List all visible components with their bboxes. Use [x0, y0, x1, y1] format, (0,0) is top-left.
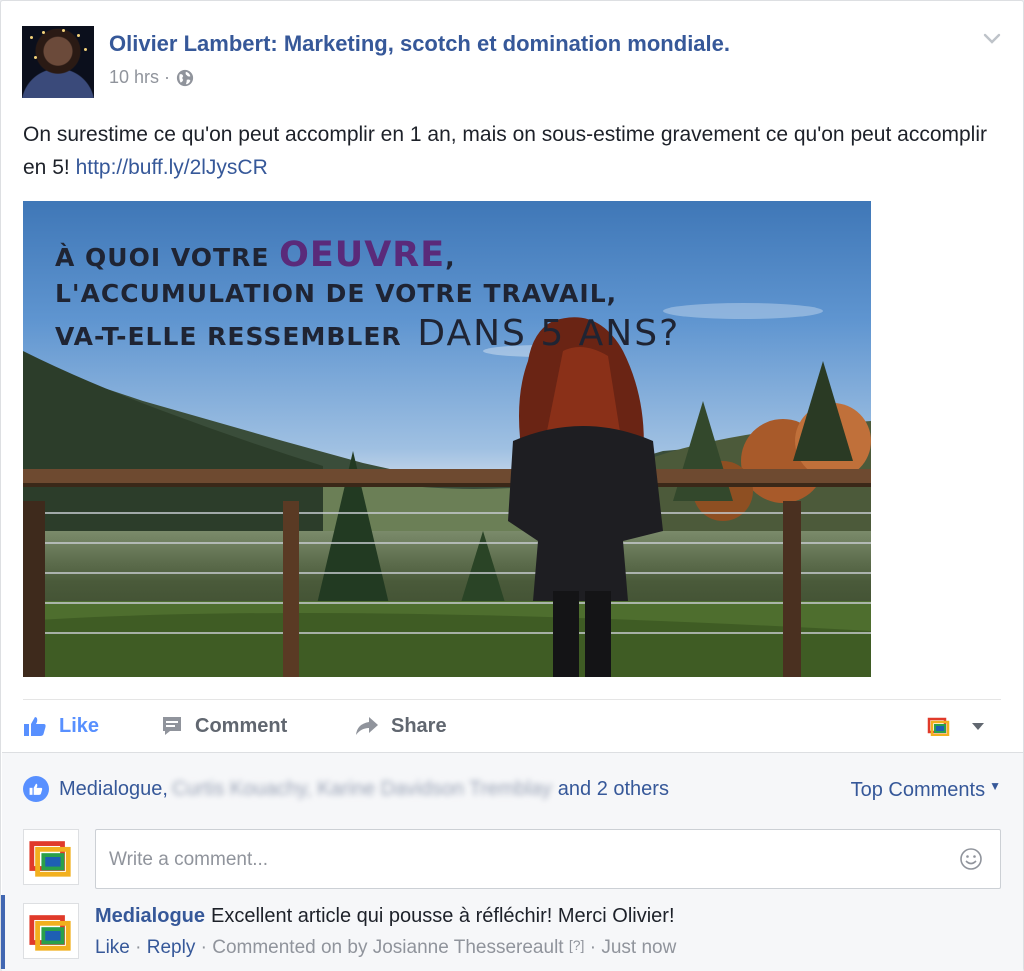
image-text-accent: OEUVRE: [279, 235, 446, 275]
post-text: On surestime ce qu'on peut accomplir en …: [23, 118, 993, 184]
caret-down-icon: [972, 723, 984, 730]
share-label: Share: [391, 714, 447, 737]
comment-label: Comment: [195, 714, 288, 737]
medialogue-logo-icon: [927, 717, 950, 736]
medialogue-logo-icon: [29, 915, 71, 951]
image-text-line1: À QUOI VOTRE OEUVRE,: [55, 235, 456, 275]
comments-section: Medialogue, Curtis Kouachy, Karine David…: [1, 752, 1023, 971]
comment-body: Medialogue Excellent article qui pousse à…: [95, 905, 675, 928]
smiley-icon[interactable]: [959, 847, 983, 871]
share-button[interactable]: Share: [355, 709, 447, 743]
comment-composer[interactable]: [95, 829, 1001, 889]
page-avatar[interactable]: [22, 26, 94, 98]
commenter-avatar[interactable]: [23, 903, 79, 959]
comment-text: Excellent article qui pousse à réfléchir…: [211, 905, 675, 927]
post-card: Olivier Lambert: Marketing, scotch et do…: [0, 0, 1024, 971]
comment-meta: Like · Reply · Commented on by Josianne …: [95, 937, 676, 959]
meta-separator: ·: [200, 937, 213, 958]
comment-button[interactable]: Comment: [161, 709, 287, 743]
composer-avatar[interactable]: [23, 829, 79, 885]
help-link[interactable]: [?]: [569, 937, 585, 953]
post-meta: 10 hrs ·: [109, 67, 194, 88]
commented-on-by: Commented on by Josianne Thessereault: [212, 937, 564, 958]
new-comment-indicator: [1, 895, 5, 969]
like-label: Like: [59, 714, 100, 737]
comment-sort-label: Top Comments: [850, 779, 986, 801]
actions-divider: [23, 699, 1001, 700]
image-text-bold: VA-T-ELLE RESSEMBLER: [55, 322, 402, 351]
like-reaction-icon: [23, 776, 49, 802]
image-text-line2: L'ACCUMULATION DE VOTRE TRAVAIL,: [55, 279, 618, 308]
comment-bubble-icon: [163, 717, 181, 735]
image-text-prefix: À QUOI VOTRE: [55, 243, 270, 272]
comment-like-link[interactable]: Like: [95, 937, 130, 958]
reactions-summary[interactable]: Medialogue, Curtis Kouachy, Karine David…: [23, 776, 669, 802]
meta-separator: ·: [589, 937, 602, 958]
like-button[interactable]: Like: [23, 709, 99, 743]
comment-sort-dropdown[interactable]: Top Comments ▼: [851, 779, 1001, 802]
reaction-first-name[interactable]: Medialogue,: [59, 778, 168, 801]
globe-icon[interactable]: [176, 69, 194, 87]
comment-timestamp[interactable]: Just now: [601, 937, 676, 958]
chevron-down-icon[interactable]: [981, 27, 1003, 49]
post-image[interactable]: À QUOI VOTRE OEUVRE, L'ACCUMULATION DE V…: [23, 201, 871, 677]
comment-author[interactable]: Medialogue: [95, 905, 205, 927]
caret-down-icon: ▼: [989, 779, 1001, 793]
post-as-page-selector[interactable]: [927, 709, 997, 743]
action-bar: Like Comment Share: [23, 709, 1001, 745]
medialogue-logo-icon: [29, 841, 71, 877]
comment-input[interactable]: [107, 845, 951, 875]
share-arrow-icon: [356, 717, 378, 735]
meta-separator: ·: [135, 937, 147, 958]
post-link[interactable]: http://buff.ly/2lJysCR: [76, 156, 268, 179]
post-timestamp[interactable]: 10 hrs: [109, 67, 159, 88]
page-name-link[interactable]: Olivier Lambert: Marketing, scotch et do…: [109, 31, 730, 57]
comment-reply-link[interactable]: Reply: [147, 937, 196, 958]
thumbs-up-icon: [24, 717, 46, 736]
reaction-blurred-names[interactable]: Curtis Kouachy, Karine Davidson Tremblay: [172, 778, 552, 801]
image-text-line3: VA-T-ELLE RESSEMBLER DANS 5 ANS?: [55, 313, 680, 354]
reaction-others[interactable]: and 2 others: [558, 778, 669, 801]
image-text-light: DANS 5 ANS?: [417, 313, 681, 354]
meta-separator: ·: [164, 67, 171, 87]
image-text-suffix: ,: [445, 243, 456, 272]
